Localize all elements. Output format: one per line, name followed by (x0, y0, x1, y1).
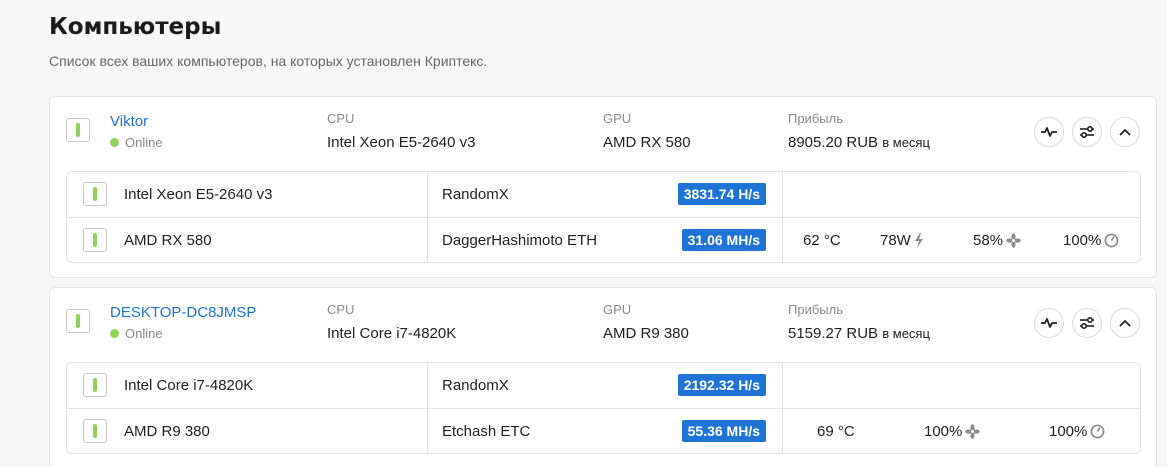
computer-name[interactable]: Viktor (110, 113, 148, 130)
bolt-icon (914, 233, 923, 248)
device-algorithm: DaggerHashimoto ETH (442, 232, 598, 249)
gpu-column: GPU AMD RX 580 (603, 111, 691, 151)
profit-column: Прибыль 8905.20 RUB в месяц (788, 111, 930, 151)
fan-speed: 100% (924, 423, 981, 440)
activity-button[interactable] (1034, 117, 1064, 147)
page-title: Компьютеры (49, 14, 222, 40)
gauge-icon (1104, 233, 1119, 248)
device-row: Intel Xeon E5-2640 v3 RandomX 3831.74 H/… (67, 172, 1140, 217)
temperature: 69 °C (817, 423, 855, 440)
device-name: Intel Xeon E5-2640 v3 (124, 186, 273, 203)
computer-status: Online (110, 135, 163, 150)
online-dot (110, 329, 119, 338)
device-name: Intel Core i7-4820K (124, 377, 254, 394)
cpu-label: CPU (327, 111, 355, 126)
computer-toggle[interactable] (66, 309, 90, 333)
device-toggle[interactable] (83, 228, 107, 252)
hashrate-badge: 55.36 MH/s (681, 420, 766, 442)
fan-icon (1006, 233, 1021, 248)
gpu-column: GPU AMD R9 380 (603, 302, 689, 342)
computer-card: DESKTOP-DC8JMSP Online CPU Intel Core i7… (49, 287, 1157, 467)
device-row: AMD R9 380 Etchash ETC 55.36 MH/s 69 °C … (67, 408, 1140, 453)
device-algorithm: Etchash ETC (442, 423, 531, 440)
profit-value: 8905.20 RUB в месяц (788, 134, 930, 151)
activity-icon (1041, 127, 1057, 137)
computer-card: Viktor Online CPU Intel Xeon E5-2640 v3 … (49, 96, 1157, 278)
device-list: Intel Core i7-4820K RandomX 2192.32 H/s … (66, 362, 1141, 454)
activity-icon (1041, 318, 1057, 328)
settings-button[interactable] (1072, 117, 1102, 147)
gpu-label: GPU (603, 111, 632, 126)
cpu-column: CPU Intel Xeon E5-2640 v3 (327, 111, 475, 151)
profit-column: Прибыль 5159.27 RUB в месяц (788, 302, 930, 342)
settings-button[interactable] (1072, 308, 1102, 338)
gpu-value: AMD R9 380 (603, 325, 689, 342)
gpu-load: 100% (1063, 232, 1119, 249)
device-name: AMD R9 380 (124, 423, 210, 440)
gpu-load: 100% (1049, 423, 1105, 440)
sliders-icon (1080, 316, 1094, 330)
profit-value: 5159.27 RUB в месяц (788, 325, 930, 342)
device-row: AMD RX 580 DaggerHashimoto ETH 31.06 MH/… (67, 217, 1140, 262)
computer-name[interactable]: DESKTOP-DC8JMSP (110, 304, 256, 321)
cpu-value: Intel Xeon E5-2640 v3 (327, 134, 476, 151)
chevron-up-icon (1119, 319, 1131, 327)
gauge-icon (1090, 424, 1105, 439)
fan-speed: 58% (973, 232, 1021, 249)
cpu-value: Intel Core i7-4820K (327, 325, 457, 342)
online-dot (110, 138, 119, 147)
device-row: Intel Core i7-4820K RandomX 2192.32 H/s (67, 363, 1140, 408)
computer-status: Online (110, 326, 163, 341)
cpu-column: CPU Intel Core i7-4820K (327, 302, 456, 342)
hashrate-badge: 31.06 MH/s (681, 229, 766, 251)
device-algorithm: RandomX (442, 377, 509, 394)
cpu-label: CPU (327, 302, 355, 317)
sliders-icon (1080, 125, 1094, 139)
profit-label: Прибыль (788, 302, 843, 317)
hashrate-badge: 2192.32 H/s (677, 374, 766, 396)
power: 78W (880, 232, 924, 249)
device-name: AMD RX 580 (124, 232, 212, 249)
device-toggle[interactable] (83, 182, 107, 206)
device-toggle[interactable] (83, 373, 107, 397)
gpu-label: GPU (603, 302, 632, 317)
chevron-up-icon (1119, 128, 1131, 136)
device-algorithm: RandomX (442, 186, 509, 203)
page-subtitle: Список всех ваших компьютеров, на которы… (49, 53, 488, 69)
gpu-value: AMD RX 580 (603, 134, 691, 151)
activity-button[interactable] (1034, 308, 1064, 338)
collapse-button[interactable] (1110, 308, 1140, 338)
device-toggle[interactable] (83, 419, 107, 443)
temperature: 62 °C (803, 232, 841, 249)
profit-label: Прибыль (788, 111, 843, 126)
collapse-button[interactable] (1110, 117, 1140, 147)
computer-toggle[interactable] (66, 118, 90, 142)
device-list: Intel Xeon E5-2640 v3 RandomX 3831.74 H/… (66, 171, 1141, 263)
fan-icon (965, 424, 981, 439)
hashrate-badge: 3831.74 H/s (677, 183, 766, 205)
